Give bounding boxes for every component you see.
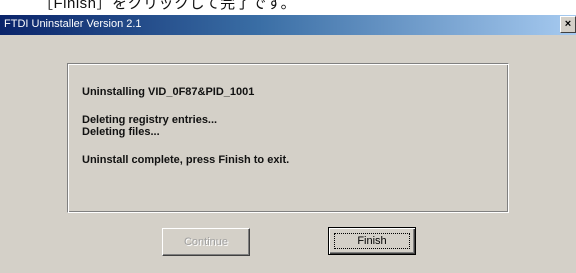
complete-text: Uninstall complete, press Finish to exit… [82, 154, 290, 166]
status-panel: Uninstalling VID_0F87&PID_1001 Deleting … [67, 63, 509, 213]
uninstalling-text: Uninstalling VID_0F87&PID_1001 [82, 86, 255, 98]
screenshot-stage: ［Finish］をクリックして完了です。 FTDI Uninstaller Ve… [0, 0, 576, 273]
page-caption: ［Finish］をクリックして完了です。 [38, 0, 297, 12]
close-button[interactable]: × [560, 16, 576, 33]
finish-button-label: Finish [357, 235, 387, 247]
uninstaller-dialog: FTDI Uninstaller Version 2.1 × Uninstall… [0, 15, 576, 273]
deleting-files-text: Deleting files... [82, 126, 160, 138]
continue-button-label: Continue [183, 236, 229, 248]
continue-button[interactable]: Continue [162, 228, 250, 256]
close-icon: × [564, 18, 572, 30]
title-bar[interactable]: FTDI Uninstaller Version 2.1 × [0, 15, 576, 35]
deleting-registry-text: Deleting registry entries... [82, 114, 218, 126]
window-title: FTDI Uninstaller Version 2.1 [4, 18, 142, 30]
finish-button[interactable]: Finish [328, 227, 416, 255]
